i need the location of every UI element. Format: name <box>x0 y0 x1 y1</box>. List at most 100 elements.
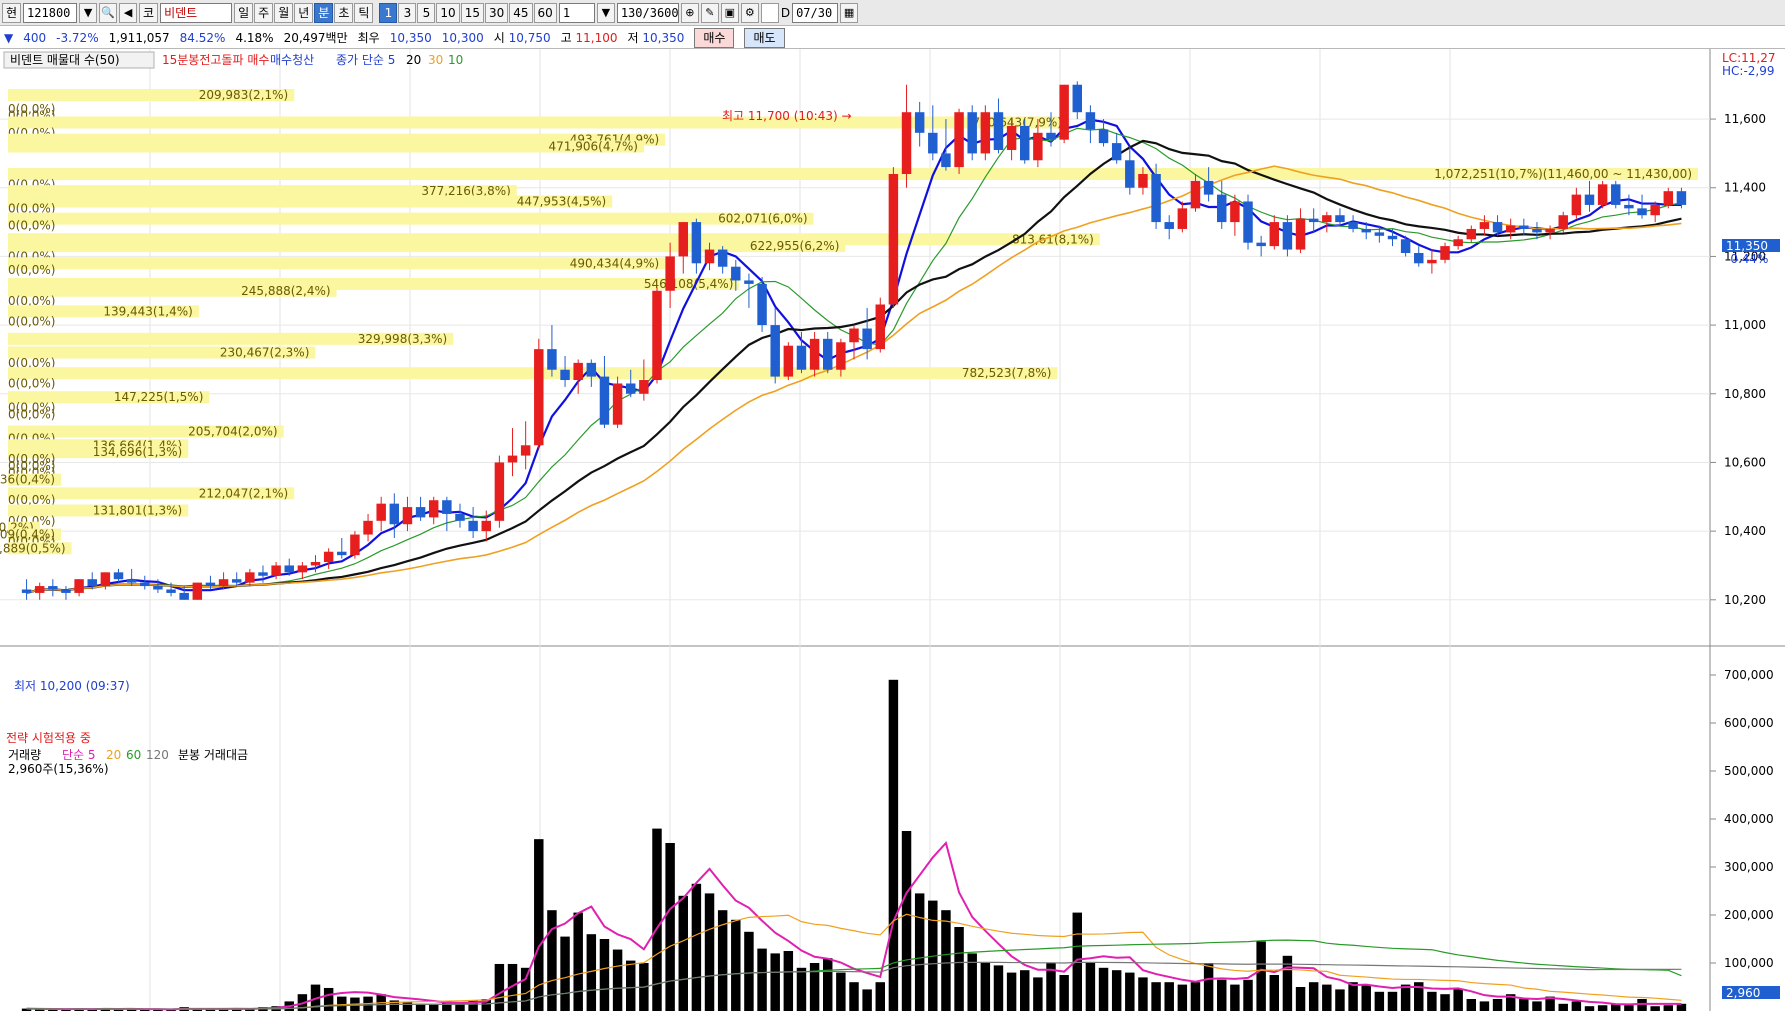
volume-bar <box>337 996 347 1011</box>
interval-button-5[interactable]: 30 <box>484 2 509 23</box>
candle-body <box>1295 218 1306 250</box>
date-checkbox[interactable] <box>760 2 779 23</box>
volume-bar <box>1190 982 1201 1011</box>
interval-button-0[interactable]: 1 <box>379 2 398 23</box>
period-tab-1[interactable]: 주 <box>254 2 274 23</box>
date-field[interactable]: 07/30 <box>792 2 839 23</box>
profile-label: 147,225(1,5%) <box>114 390 203 404</box>
zoom-icon[interactable]: ⊕ <box>680 2 699 23</box>
price-tick-label: 11,600 <box>1724 112 1766 126</box>
trade-amount: 20,497백만 <box>283 31 348 45</box>
stock-name-field[interactable]: 비덴트 <box>160 2 233 23</box>
candle-body <box>914 112 925 133</box>
profile-label: 131,801(1,3%) <box>93 504 182 518</box>
candle-body <box>625 383 636 394</box>
volume-bar <box>1387 991 1398 1011</box>
volume-bar <box>704 893 715 1011</box>
volume-bar <box>678 895 688 1011</box>
candle-body <box>1611 184 1621 205</box>
interval-button-4[interactable]: 15 <box>460 2 484 23</box>
volume-bar <box>1125 972 1135 1011</box>
candle-body <box>1427 259 1437 264</box>
profile-label: 212,047(2,1%) <box>199 486 288 500</box>
candle-body <box>1387 235 1398 240</box>
profile-label: 209,983(2,1%) <box>199 88 288 102</box>
volume-legend-ma120: 120 <box>146 748 169 762</box>
period-tab-6[interactable]: 틱 <box>354 2 374 23</box>
period-tab-5[interactable]: 초 <box>334 2 354 23</box>
interval-button-7[interactable]: 60 <box>533 2 557 23</box>
candle-body <box>1624 204 1634 209</box>
interval-button-3[interactable]: 10 <box>436 2 460 23</box>
volume-bar <box>599 939 610 1011</box>
candle-body <box>1111 143 1122 161</box>
period-tab-2[interactable]: 월 <box>274 2 294 23</box>
volume-bar <box>1020 970 1030 1011</box>
volume-value: 1,911,057 <box>108 30 170 45</box>
speaker-icon[interactable]: ◀ <box>119 2 138 23</box>
buy-button[interactable]: 매수 <box>694 27 735 48</box>
candle-body <box>1190 180 1201 209</box>
candle-body <box>1492 222 1503 233</box>
price-tick-label: 10,800 <box>1724 387 1766 401</box>
current-price-value: 11,350 <box>1726 239 1768 253</box>
volume-legend-ma60: 60 <box>126 748 141 762</box>
volume-bar <box>980 963 991 1011</box>
volume-bar <box>1203 963 1214 1011</box>
period-tab-3[interactable]: 년 <box>294 2 314 23</box>
sell-button[interactable]: 매도 <box>744 27 785 48</box>
volume-bar <box>520 967 531 1011</box>
volume-bar <box>888 679 899 1011</box>
candle-body <box>179 592 189 600</box>
code-dropdown-icon[interactable]: ▼ <box>79 2 98 23</box>
candle-body <box>836 342 846 370</box>
candle-body <box>1571 194 1582 216</box>
candle-body <box>1532 228 1542 233</box>
candle-body <box>586 362 597 377</box>
volume-bar <box>954 927 964 1011</box>
interval-dropdown-icon[interactable]: ▼ <box>596 2 615 23</box>
candle-body <box>1098 129 1109 144</box>
candle-body <box>717 249 728 267</box>
profile-label: 47,889(0,5%) <box>0 541 66 555</box>
volume-current-value: 2,960주(15,36%) <box>8 762 109 776</box>
interval-button-2[interactable]: 5 <box>417 2 436 23</box>
gear-icon[interactable]: ⚙ <box>740 2 759 23</box>
search-icon[interactable]: 🔍 <box>99 2 118 23</box>
candle-body <box>1519 225 1529 229</box>
save-icon[interactable]: ▣ <box>720 2 739 23</box>
period-tab-4[interactable]: 분 <box>314 2 334 23</box>
volume-bar <box>1138 977 1148 1011</box>
candle-body <box>468 520 478 532</box>
candle-body <box>520 445 531 456</box>
volume-bar <box>1374 991 1385 1011</box>
volume-bar <box>573 912 583 1011</box>
volume-bar <box>993 965 1004 1011</box>
calendar-icon[interactable]: ▦ <box>840 2 859 23</box>
count-field[interactable]: 130/3600 <box>616 2 679 23</box>
interval-button-1[interactable]: 3 <box>398 2 417 23</box>
candle-body <box>166 589 176 593</box>
volume-bar <box>1256 941 1266 1011</box>
turnover-rate: 4.18% <box>235 30 274 45</box>
candle-body <box>100 572 111 587</box>
candle-body <box>48 586 58 590</box>
candle-body <box>941 153 951 168</box>
candle-body <box>1138 174 1148 188</box>
chart-area[interactable]: 209,983(2,1%)0(0,0%)0(0,0%) 790,643(7,9%)… <box>0 49 1785 1011</box>
candle-body <box>507 455 518 463</box>
candle-body <box>888 174 899 305</box>
candle-body <box>954 112 964 168</box>
volume-tick-label: 400,000 <box>1724 812 1774 826</box>
volume-legend-amount: 분봉 거래대금 <box>178 748 248 762</box>
interval-select[interactable]: 1 <box>558 2 595 23</box>
volume-bar <box>1663 1005 1674 1011</box>
tools-icon[interactable]: ✎ <box>700 2 719 23</box>
volume-bar <box>560 936 570 1011</box>
volume-bar <box>1348 982 1358 1011</box>
low-label: 저 <box>627 31 639 45</box>
interval-button-6[interactable]: 45 <box>509 2 533 23</box>
period-tab-0[interactable]: 일 <box>234 2 254 23</box>
candle-body <box>1650 204 1660 216</box>
stock-code-input[interactable]: 121800 <box>23 2 78 23</box>
